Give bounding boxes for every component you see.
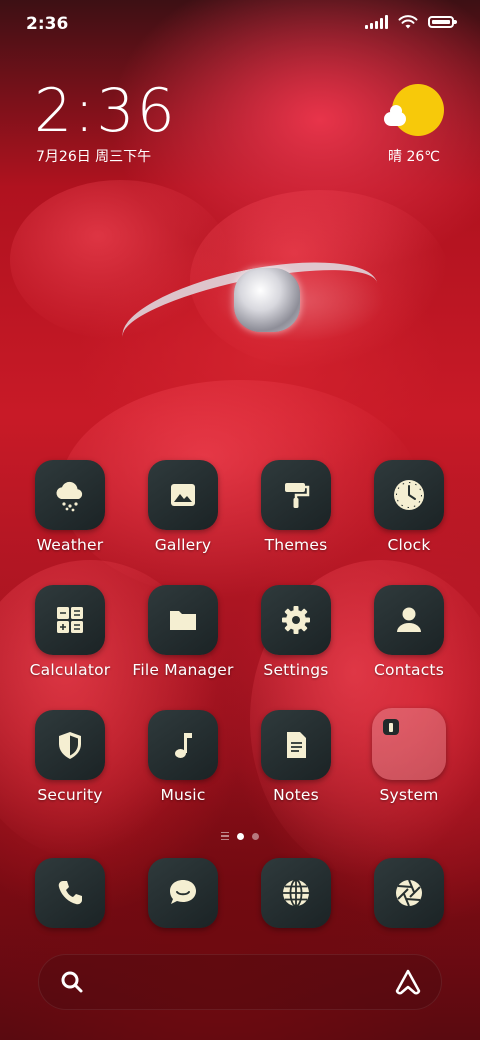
status-icons [365,14,457,30]
diamond-image [234,268,300,332]
clock-widget-date: 7月26日 周三下午 [36,149,152,165]
calculator-icon [35,585,105,655]
app-calculator[interactable]: Calculator [15,585,125,679]
app-contacts[interactable]: Contacts [354,585,464,679]
person-icon [374,585,444,655]
app-label: Security [37,786,103,804]
feed-indicator-icon [221,831,229,841]
search-icon[interactable] [59,969,85,995]
assistant-icon[interactable] [393,967,423,997]
app-file-manager[interactable]: File Manager [128,585,238,679]
camera-aperture-icon [374,858,444,928]
app-themes[interactable]: Themes [241,460,351,554]
clock-icon [374,460,444,530]
dock-browser[interactable] [241,858,351,928]
gallery-icon [148,460,218,530]
folder-system[interactable]: System [354,708,464,804]
music-note-icon [148,710,218,780]
folder-preview [372,708,446,780]
page-dot-active [237,832,244,840]
app-clock[interactable]: Clock [354,460,464,554]
app-label: File Manager [132,661,234,679]
battery-icon [428,16,457,28]
app-weather[interactable]: Weather [15,460,125,554]
wifi-icon [398,15,418,29]
search-bar[interactable] [38,954,442,1010]
app-label: System [379,786,439,804]
signal-icon [365,15,388,29]
app-label: Music [160,786,206,804]
gear-icon [261,585,331,655]
app-label: Gallery [154,536,212,554]
page-dot [252,832,259,840]
app-security[interactable]: Security [15,710,125,804]
dock-phone[interactable] [15,858,125,928]
paint-roller-icon [261,460,331,530]
app-label: Themes [264,536,328,554]
app-music[interactable]: Music [128,710,238,804]
weather-app-icon [35,460,105,530]
app-label: Contacts [374,661,444,679]
status-bar: 2:36 [0,0,480,50]
note-icon [261,710,331,780]
messages-icon [148,858,218,928]
phone-icon [35,858,105,928]
clock-widget-time[interactable]: 2:36 [34,76,177,146]
dock-messages[interactable] [128,858,238,928]
globe-icon [261,858,331,928]
weather-condition-temp: 晴 26℃ [388,149,440,165]
page-indicator[interactable] [0,830,480,842]
dock-camera[interactable] [354,858,464,928]
app-gallery[interactable]: Gallery [128,460,238,554]
app-label: Settings [263,661,329,679]
app-notes[interactable]: Notes [241,710,351,804]
status-time: 2:36 [26,14,69,34]
app-label: Notes [273,786,319,804]
folder-icon [148,585,218,655]
app-label: Calculator [29,661,111,679]
app-settings[interactable]: Settings [241,585,351,679]
app-label: Weather [36,536,104,554]
cloud-icon [384,105,406,126]
weather-widget[interactable]: 晴 26℃ [384,84,444,168]
shield-icon [35,710,105,780]
flashlight-mini-icon [383,719,399,735]
app-label: Clock [387,536,431,554]
